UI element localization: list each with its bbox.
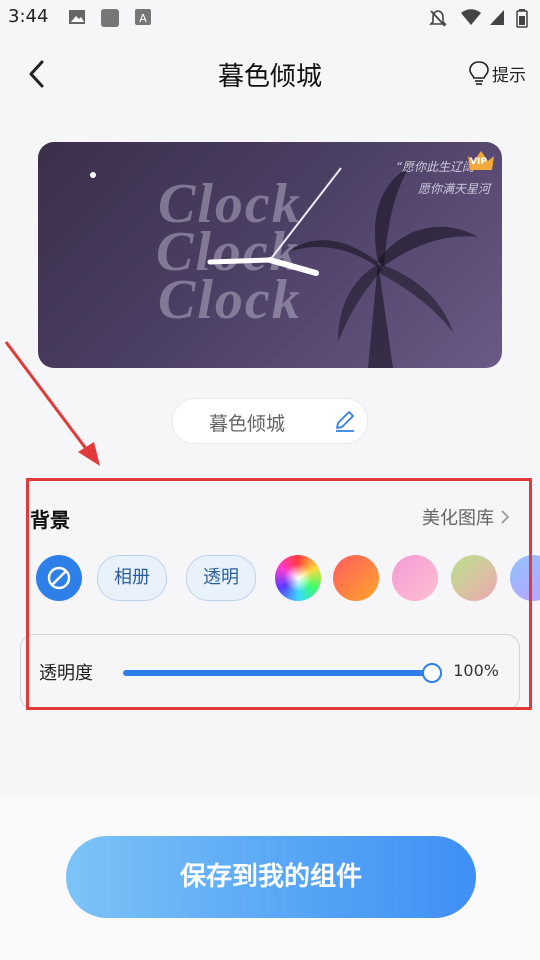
clock-hands bbox=[207, 167, 342, 276]
signal-icon bbox=[488, 8, 506, 26]
vip-badge: VIP bbox=[466, 148, 496, 172]
status-time: 3:44 bbox=[8, 6, 49, 27]
quote-line: “愿你此生辽阔 bbox=[395, 160, 474, 174]
quote-line: 愿你满天星河 bbox=[417, 182, 490, 196]
bottom-bar: 保存到我的组件 bbox=[0, 796, 540, 960]
notification-icon bbox=[100, 8, 119, 27]
svg-text:A: A bbox=[139, 12, 147, 25]
wifi-icon bbox=[460, 8, 481, 26]
mute-icon bbox=[428, 8, 447, 27]
annotation-highlight-box bbox=[26, 478, 532, 710]
top-bar: 暮色倾城 提示 bbox=[0, 36, 540, 112]
save-to-widgets-button[interactable]: 保存到我的组件 bbox=[66, 836, 476, 918]
widget-name-field[interactable]: 暮色倾城 bbox=[172, 398, 368, 444]
lightbulb-icon bbox=[469, 61, 489, 85]
battery-icon bbox=[516, 8, 534, 28]
annotation-arrow bbox=[4, 341, 100, 466]
pencil-icon[interactable] bbox=[333, 409, 357, 433]
page-title: 暮色倾城 bbox=[217, 62, 322, 92]
hint-button[interactable]: 提示 bbox=[468, 60, 526, 86]
widget-preview[interactable]: Clock Clock Clock “愿你此生辽阔 愿你满天星河 VIP bbox=[38, 142, 502, 368]
status-bar: 3:44 A bbox=[0, 0, 540, 36]
font-icon: A bbox=[134, 8, 152, 26]
image-icon bbox=[68, 8, 86, 26]
vip-label: VIP bbox=[470, 157, 487, 167]
widget-name-text: 暮色倾城 bbox=[209, 413, 286, 435]
hint-label: 提示 bbox=[492, 65, 526, 86]
